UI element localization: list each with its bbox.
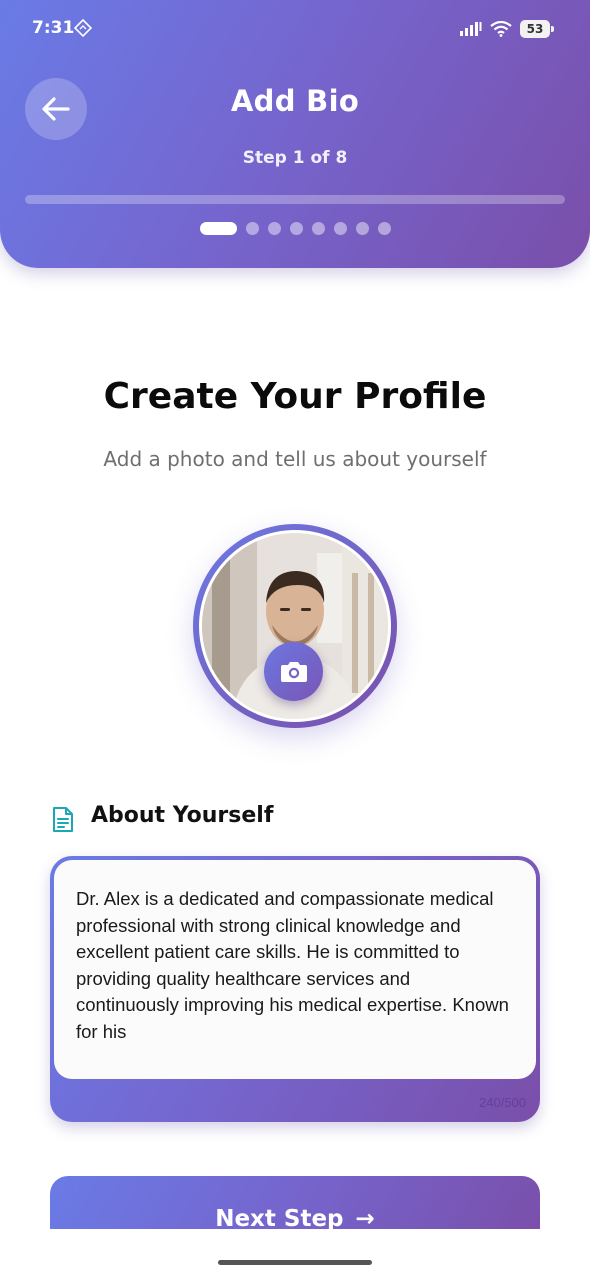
change-photo-button[interactable] [264,642,323,701]
navigation-bar [0,1229,590,1280]
home-indicator[interactable] [218,1260,372,1265]
about-heading: About Yourself [91,803,274,828]
bio-textarea[interactable]: Dr. Alex is a dedicated and compassionat… [54,860,536,1079]
step-dot [378,222,391,235]
document-icon [53,807,73,832]
step-dot [290,222,303,235]
status-time: 7:31 [32,18,75,38]
step-dot [334,222,347,235]
signal-icon [460,22,482,36]
bio-card: Dr. Alex is a dedicated and compassionat… [50,856,540,1122]
step-dot [356,222,369,235]
step-indicator: Step 1 of 8 [242,148,348,168]
camera-icon [280,662,307,682]
location-diamond-icon [74,19,92,37]
header: 7:31 53 Add Bio Step 1 of 8 [0,0,590,268]
step-dot [200,222,237,235]
step-dots [200,222,391,235]
step-dot [268,222,281,235]
progress-bar [25,195,565,204]
step-dot [246,222,259,235]
section-heading: Create Your Profile [103,376,487,417]
character-counter: 240/500 [479,1095,526,1110]
section-subtitle: Add a photo and tell us about yourself [103,447,487,471]
page-title: Add Bio [230,84,360,118]
wifi-icon [490,21,512,37]
step-dot [312,222,325,235]
status-icons: 53 [460,18,554,40]
battery-indicator: 53 [520,20,554,38]
